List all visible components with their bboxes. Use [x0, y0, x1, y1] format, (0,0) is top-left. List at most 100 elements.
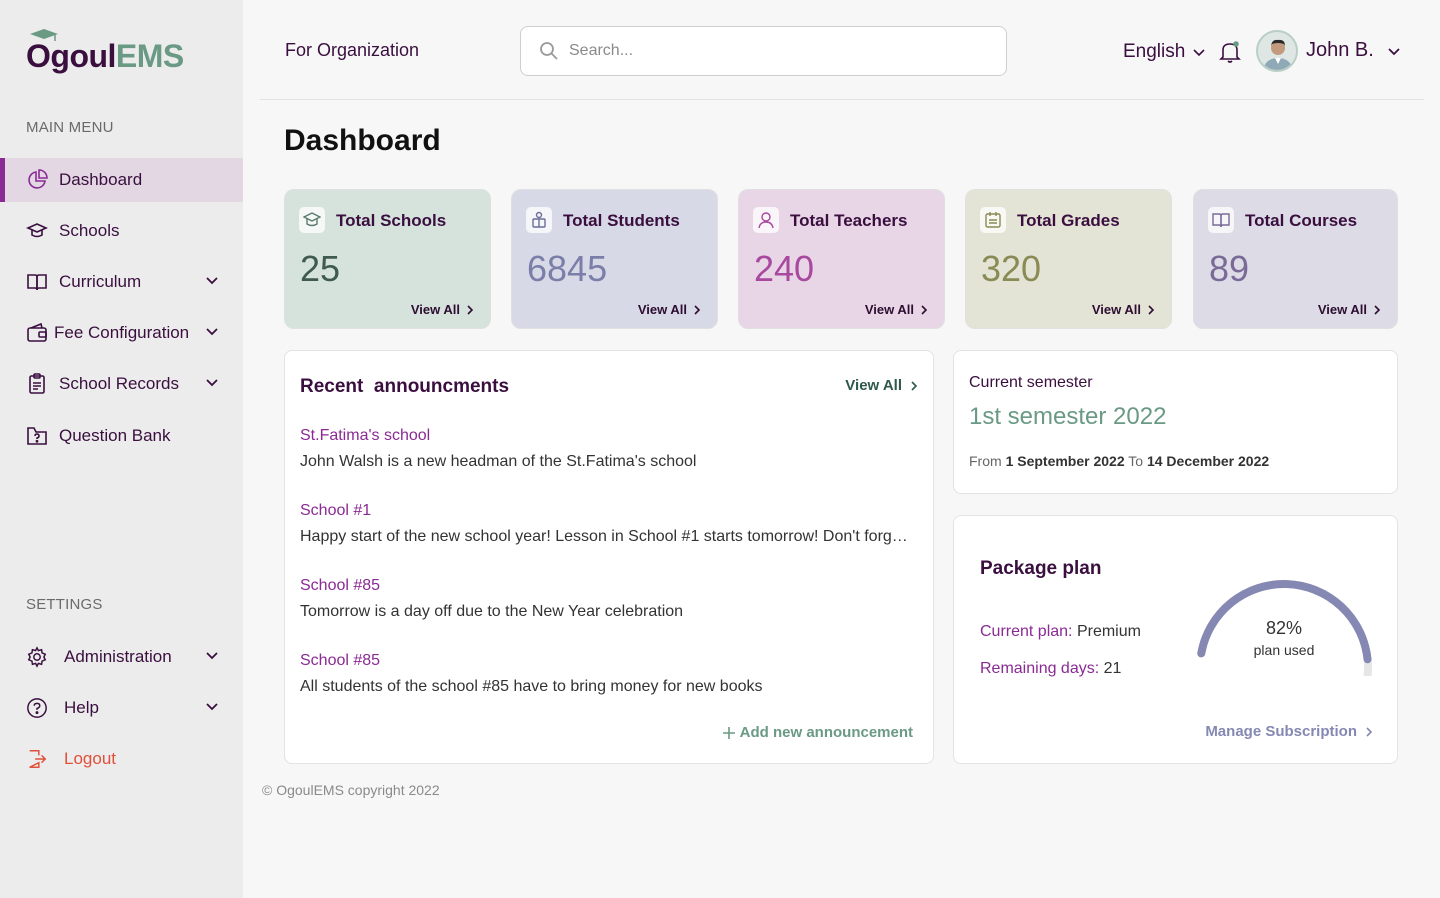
view-all-link[interactable]: View All [865, 302, 928, 317]
sidebar-item-label: Dashboard [59, 170, 143, 189]
sidebar-item-label: Curriculum [59, 272, 142, 291]
announcement-school-link[interactable]: School #85 [300, 652, 910, 670]
logo-text-primary: Ogoul [26, 38, 116, 74]
language-label: English [1123, 41, 1186, 62]
stat-title: Total Schools [336, 211, 447, 230]
wallet-icon [26, 322, 48, 344]
view-all-label: View All [864, 302, 914, 317]
stat-value: 25 [300, 248, 341, 289]
announcement-text: Happy start of the new school year! Less… [300, 528, 910, 545]
gauge-caption: plan used [1253, 642, 1315, 658]
sidebar-item-curriculum[interactable]: Curriculum [0, 260, 243, 304]
stat-card-total-schools: Total Schools 25 View All [284, 189, 491, 329]
view-all-label: View All [410, 302, 460, 317]
search-icon [540, 42, 558, 60]
user-name: John B. [1306, 39, 1374, 61]
stat-value: 89 [1209, 248, 1250, 289]
view-all-link[interactable]: View All [1092, 302, 1155, 317]
announcements-view-all-link[interactable]: View All [845, 377, 918, 394]
view-all-label: View All [845, 377, 902, 394]
top-bar: For Organization English John B. [260, 0, 1424, 100]
sidebar-item-label: Fee Configuration [54, 323, 190, 342]
chevron-down-icon[interactable] [205, 649, 219, 663]
stat-title: Total Students [563, 211, 680, 230]
chevron-down-icon[interactable] [205, 274, 219, 288]
app-logo[interactable]: OgoulEMS [26, 29, 184, 74]
sidebar-item-help[interactable]: Help [0, 686, 243, 730]
logo-text-accent: EMS [115, 38, 184, 74]
view-all-link[interactable]: View All [1318, 302, 1381, 317]
sidebar-item-label: School Records [59, 374, 180, 393]
open-book-icon [1208, 207, 1234, 233]
remaining-days-value: 21 [1103, 660, 1122, 677]
stat-card-total-students: Total Students 6845 View All [511, 189, 718, 329]
announcement-school-link[interactable]: St.Fatima's school [300, 427, 910, 445]
bell-icon[interactable] [1219, 40, 1241, 64]
sidebar-item-dashboard[interactable]: Dashboard [0, 158, 243, 202]
current-semester-panel: Current semester 1st semester 2022 From … [953, 350, 1398, 494]
sidebar-item-label: Question Bank [59, 426, 171, 445]
from-label: From [969, 453, 1002, 469]
avatar[interactable] [1256, 30, 1298, 72]
view-all-link[interactable]: View All [638, 302, 701, 317]
announcement-school-link[interactable]: School #85 [300, 577, 910, 595]
organization-label[interactable]: For Organization [285, 40, 419, 61]
announcement-school-link[interactable]: School #1 [300, 502, 910, 520]
announcements-title: Recent announcments [300, 376, 510, 397]
user-menu[interactable]: John B. [1306, 39, 1400, 62]
search-input[interactable] [569, 42, 989, 60]
search-box[interactable] [520, 26, 1007, 76]
sidebar-item-logout[interactable]: Logout [0, 737, 243, 781]
sidebar-item-fee-configuration[interactable]: Fee Configuration [0, 311, 243, 355]
current-plan-row: Current plan: Premium [980, 623, 1141, 641]
sidebar-item-schools[interactable]: Schools [0, 209, 243, 253]
chevron-down-icon[interactable] [205, 376, 219, 390]
remaining-days-row: Remaining days: 21 [980, 660, 1121, 678]
remaining-days-key: Remaining days: [980, 660, 1100, 677]
manage-subscription-link[interactable]: Manage Subscription [1205, 723, 1373, 740]
help-circle-icon [26, 697, 48, 719]
announcement-item: School #85 Tomorrow is a day off due to … [300, 577, 910, 621]
stat-title: Total Courses [1245, 211, 1358, 230]
package-title: Package plan [980, 558, 1102, 579]
stat-title: Total Grades [1017, 211, 1120, 230]
school-hat-icon [299, 207, 325, 233]
chevron-right-icon [694, 304, 701, 315]
sidebar-item-label: Help [64, 698, 99, 717]
announcement-item: School #1 Happy start of the new school … [300, 502, 910, 546]
chevron-down-icon[interactable] [205, 325, 219, 339]
sidebar-item-label: Administration [64, 647, 172, 666]
sidebar-item-administration[interactable]: Administration [0, 635, 243, 679]
announcement-item: School #85 All students of the school #8… [300, 652, 910, 696]
announcement-text: Tomorrow is a day off due to the New Yea… [300, 603, 684, 620]
semester-dates: From 1 September 2022 To 14 December 202… [969, 453, 1269, 469]
language-selector[interactable]: English [1123, 41, 1205, 63]
stat-card-total-grades: Total Grades 320 View All [965, 189, 1172, 329]
sidebar: OgoulEMS MAIN MENU Dashboard Schools Cur… [0, 0, 243, 898]
user-avatar-icon [1262, 39, 1294, 70]
stat-card-total-teachers: Total Teachers 240 View All [738, 189, 945, 329]
chevron-right-icon [1148, 304, 1155, 315]
from-date: 1 September 2022 [1005, 453, 1125, 469]
chart-pie-icon [26, 169, 48, 191]
chevron-down-icon[interactable] [205, 700, 219, 714]
graduation-cap-logo-icon [30, 29, 58, 41]
package-plan-panel: Package plan Current plan: Premium Remai… [953, 515, 1398, 764]
footer-copyright: © OgoulEMS copyright 2022 [262, 782, 440, 798]
view-all-link[interactable]: View All [411, 302, 474, 317]
sidebar-item-question-bank[interactable]: Question Bank [0, 414, 243, 458]
chevron-down-icon [1193, 49, 1205, 57]
gear-icon [26, 646, 48, 668]
page-title: Dashboard [284, 124, 441, 157]
chevron-right-icon [921, 304, 928, 315]
sidebar-item-label: Schools [59, 221, 120, 240]
teacher-icon [753, 207, 779, 233]
manage-subscription-label: Manage Subscription [1205, 723, 1357, 740]
calendar-icon [980, 207, 1006, 233]
stat-value: 240 [754, 248, 815, 289]
announcement-text: John Walsh is a new headman of the St.Fa… [300, 453, 697, 470]
student-icon [526, 207, 552, 233]
sidebar-item-school-records[interactable]: School Records [0, 362, 243, 406]
add-announcement-button[interactable]: Add new announcement [722, 724, 913, 741]
view-all-label: View All [1091, 302, 1141, 317]
